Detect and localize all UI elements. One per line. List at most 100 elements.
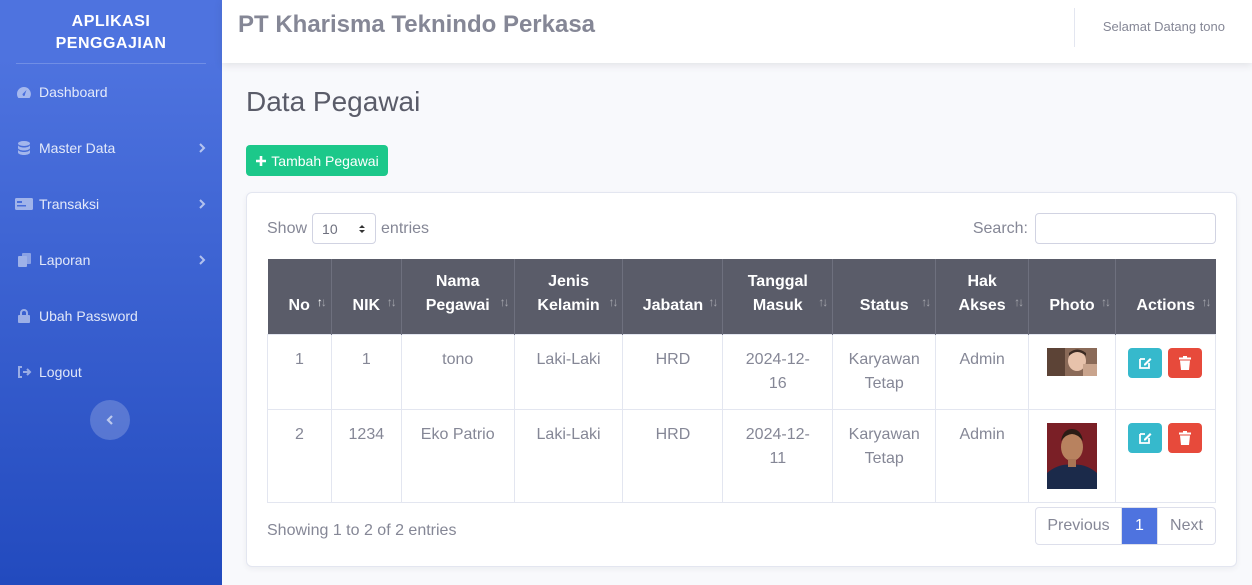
sidebar-item-dashboard[interactable]: Dashboard: [0, 64, 222, 120]
column-header-jabatan[interactable]: Jabatan ↑↓: [622, 259, 724, 334]
cell-status: Karyawan Tetap: [832, 333, 937, 410]
sidebar-item-label: Master Data: [39, 140, 116, 156]
sort-icon: ↑↓: [708, 294, 718, 309]
sign-out-icon: [15, 365, 33, 379]
table-info: Showing 1 to 2 of 2 entries: [267, 522, 457, 539]
column-header-nik[interactable]: NIK ↑↓: [331, 259, 402, 334]
delete-button[interactable]: [1168, 347, 1203, 378]
cell-no: 1: [267, 333, 332, 410]
cell-jabatan: HRD: [622, 333, 724, 410]
page-title: Data Pegawai: [246, 86, 421, 117]
chevron-right-icon: [199, 199, 206, 209]
sort-icon: ↑↓: [1014, 294, 1024, 309]
entries-select-value: 10: [322, 220, 338, 237]
copy-icon: [15, 253, 33, 267]
sort-icon: ↑↓: [1201, 294, 1212, 309]
employee-photo: [1047, 422, 1098, 489]
cell-nik: 1: [330, 333, 402, 410]
column-header-tanggal-masuk[interactable]: Tanggal Masuk ↑↓: [722, 259, 834, 334]
chevron-right-icon: [199, 143, 206, 153]
sort-icon: ↑↓: [818, 294, 828, 309]
sidebar-item-transaksi[interactable]: Transaksi: [0, 176, 222, 232]
cell-hak-akses: Admin: [935, 408, 1030, 503]
brand[interactable]: APLIKASI PENGGAJIAN: [0, 0, 222, 63]
user-welcome[interactable]: Selamat Datang tono: [1103, 19, 1225, 34]
employee-photo: [1047, 347, 1098, 376]
trash-icon: [1179, 355, 1192, 370]
edit-icon: [1139, 432, 1152, 444]
entries-length-control: Show 10 entries: [267, 213, 429, 244]
sidebar-item-label: Ubah Password: [39, 308, 138, 324]
cell-nama: Eko Patrio: [400, 408, 515, 503]
data-card: Show 10 entries Search: No ↑↓ NIK ↑↓ Nama P…: [246, 192, 1237, 567]
search-control: Search:: [973, 213, 1216, 244]
search-label: Search:: [972, 219, 1028, 237]
sidebar-item-master-data[interactable]: Master Data: [0, 120, 222, 176]
cell-hak-akses: Admin: [935, 333, 1030, 410]
database-icon: [15, 141, 33, 155]
chevron-right-icon: [199, 255, 206, 265]
search-input[interactable]: [1035, 213, 1216, 244]
sidebar-item-label: Laporan: [39, 252, 91, 268]
column-header-hak-akses[interactable]: Hak Akses ↑↓: [935, 259, 1030, 334]
cell-status: Karyawan Tetap: [832, 408, 937, 503]
sidebar-item-label: Dashboard: [39, 84, 108, 100]
cell-no: 2: [267, 408, 332, 503]
entries-label: entries: [381, 219, 430, 237]
sidebar-item-laporan[interactable]: Laporan: [0, 232, 222, 288]
cell-jenis-kelamin: Laki-Laki: [513, 333, 624, 410]
edit-button[interactable]: [1128, 422, 1163, 453]
add-employee-button[interactable]: Tambah Pegawai: [246, 145, 388, 176]
topbar: PT Kharisma Teknindo Perkasa Selamat Dat…: [222, 0, 1252, 63]
sidebar-item-label: Transaksi: [39, 196, 100, 212]
brand-line2: PENGGAJIAN: [55, 34, 167, 52]
cell-tanggal-masuk: 2024-12-16: [722, 333, 834, 410]
select-arrows-icon: [359, 224, 366, 233]
cell-photo: [1028, 333, 1116, 410]
show-label: Show: [267, 219, 308, 237]
sort-icon: ↑↓: [921, 294, 931, 309]
company-name: PT Kharisma Teknindo Perkasa: [238, 11, 596, 38]
cell-actions: [1114, 333, 1217, 410]
sidebar-item-label: Logout: [39, 364, 82, 380]
delete-button[interactable]: [1168, 422, 1203, 453]
add-employee-label: Tambah Pegawai: [271, 152, 379, 169]
sort-asc-icon: ↑↓: [316, 294, 327, 309]
cell-nik: 1234: [330, 408, 402, 503]
card-icon: [15, 197, 33, 211]
trash-icon: [1179, 430, 1192, 445]
cell-jenis-kelamin: Laki-Laki: [513, 408, 624, 503]
pagination: Previous 1 Next: [1035, 507, 1216, 545]
topbar-divider: [1074, 8, 1075, 47]
edit-button[interactable]: [1128, 347, 1163, 378]
pagination-next[interactable]: Next: [1157, 508, 1215, 544]
sidebar-toggle-button[interactable]: [90, 400, 130, 440]
sort-icon: ↑↓: [1100, 294, 1111, 309]
table-header-row: No ↑↓ NIK ↑↓ Nama Pegawai ↑↓ Jenis Kelamin ↑↓ …: [267, 259, 1216, 334]
table-row: 2 1234 Eko Patrio Laki-Laki HRD 2024-12-…: [267, 408, 1217, 503]
table-row: 1 1 tono Laki-Laki HRD 2024-12-16 Karyaw…: [267, 333, 1217, 410]
column-header-no[interactable]: No ↑↓: [267, 259, 332, 334]
sidebar: APLIKASI PENGGAJIAN Dashboard Master Dat…: [0, 0, 222, 585]
sidebar-item-logout[interactable]: Logout: [0, 344, 222, 400]
pagination-previous[interactable]: Previous: [1036, 508, 1122, 544]
column-header-status[interactable]: Status ↑↓: [832, 259, 937, 334]
plus-icon: [256, 155, 267, 166]
pagination-page-1[interactable]: 1: [1122, 508, 1157, 544]
column-header-actions[interactable]: Actions ↑↓: [1115, 259, 1216, 334]
column-header-nama[interactable]: Nama Pegawai ↑↓: [401, 259, 515, 334]
lock-icon: [15, 309, 33, 323]
chevron-left-icon: [106, 415, 113, 425]
cell-nama: tono: [400, 333, 515, 410]
cell-actions: [1114, 408, 1217, 503]
column-header-photo[interactable]: Photo ↑↓: [1028, 259, 1116, 334]
sort-icon: ↑↓: [499, 294, 510, 309]
dashboard-icon: [15, 85, 33, 99]
entries-select[interactable]: 10: [312, 213, 377, 244]
column-header-jenis-kelamin[interactable]: Jenis Kelamin ↑↓: [514, 259, 624, 334]
cell-jabatan: HRD: [622, 408, 724, 503]
cell-tanggal-masuk: 2024-12-11: [722, 408, 834, 503]
sidebar-item-ubah-password[interactable]: Ubah Password: [0, 288, 222, 344]
sort-icon: ↑↓: [608, 294, 618, 309]
sort-icon: ↑↓: [386, 294, 397, 309]
